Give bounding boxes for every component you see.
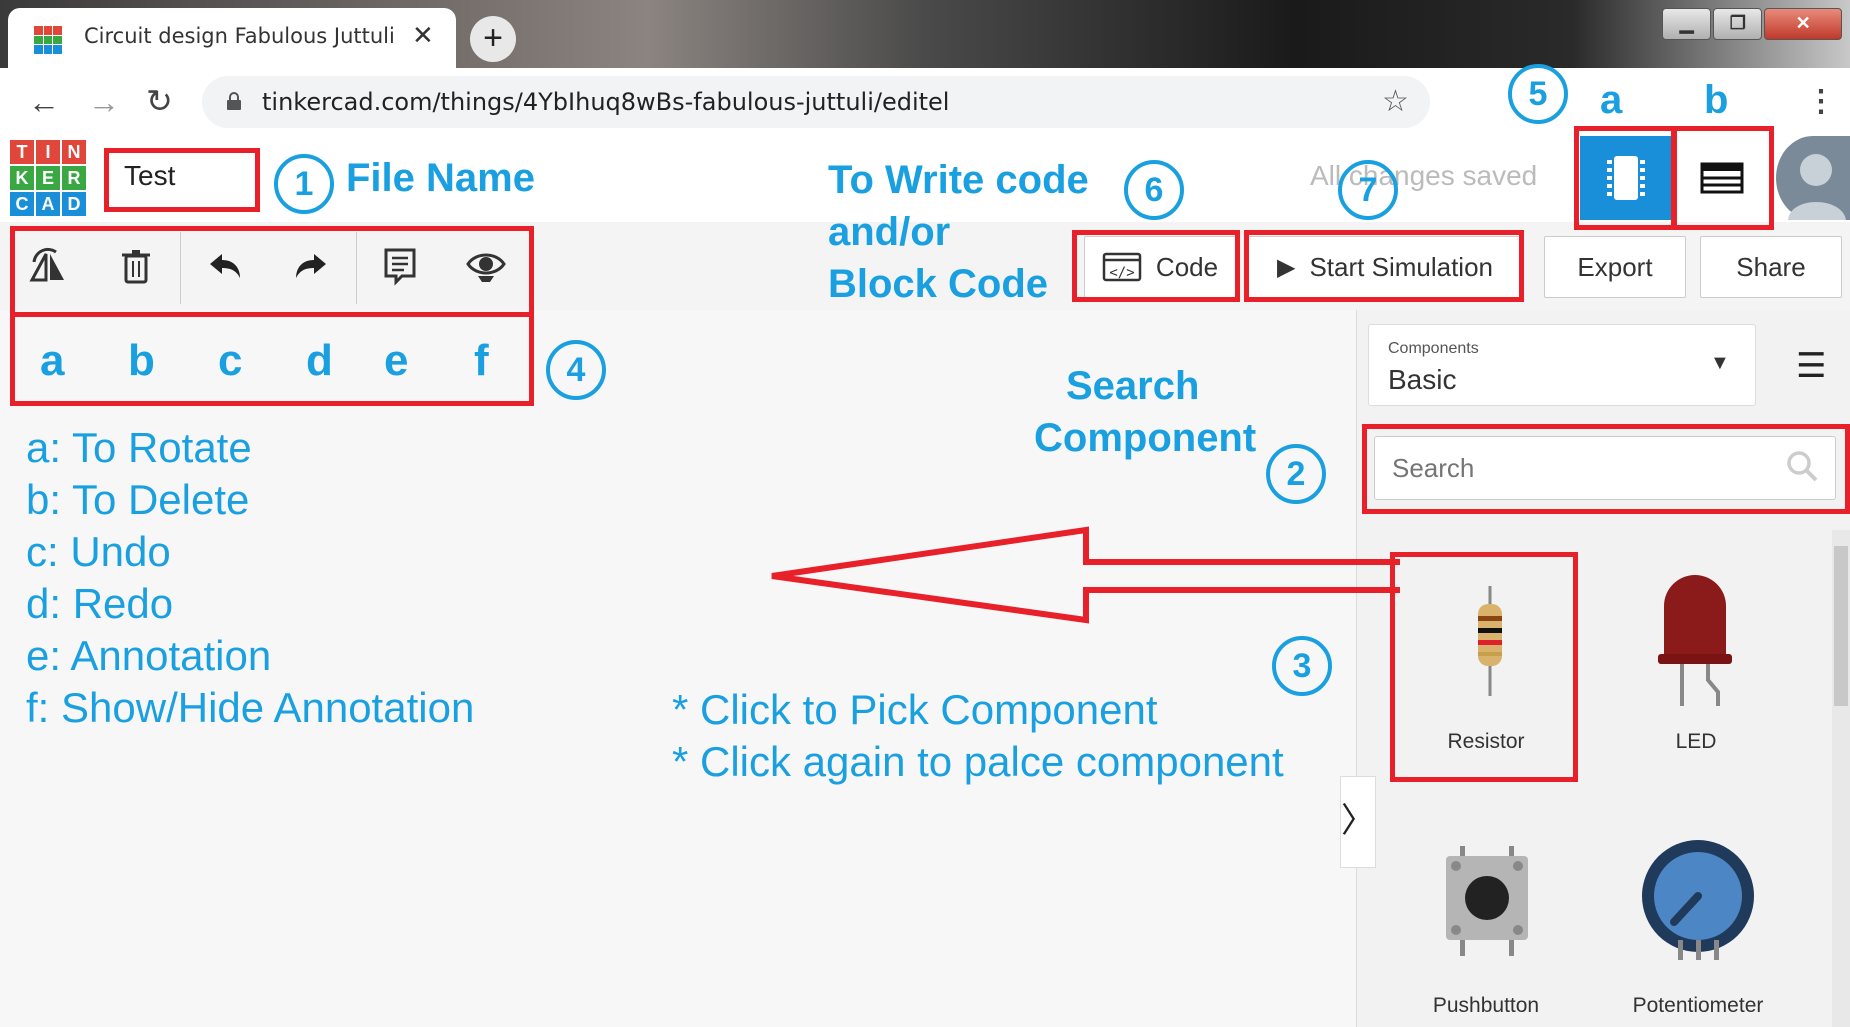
legend-item: a: To Rotate <box>26 424 252 471</box>
annotation-search-1: Search <box>1066 364 1200 408</box>
potentiometer-icon[interactable] <box>1640 840 1756 960</box>
toolbar-letter-d: d <box>306 336 333 385</box>
window-close-button[interactable]: ✕ <box>1764 8 1842 40</box>
annotation-box-view-a <box>1574 126 1676 230</box>
component-label-pushbutton: Pushbutton <box>1432 994 1540 1017</box>
collapse-panel-button[interactable]: 〉 <box>1340 776 1376 868</box>
pushbutton-icon[interactable] <box>1440 846 1534 956</box>
new-tab-button[interactable]: + <box>470 16 516 62</box>
legend-item: b: To Delete <box>26 476 250 523</box>
back-arrow-icon[interactable]: ← <box>28 84 60 121</box>
annotation-number-6: 6 <box>1124 160 1184 220</box>
annotation-view-a: a <box>1600 78 1623 122</box>
tinkercad-logo[interactable]: T I N K E R C A D <box>10 140 86 216</box>
forward-arrow-icon[interactable]: → <box>88 84 120 121</box>
annotation-box-file-name <box>104 148 260 212</box>
led-icon[interactable] <box>1650 570 1740 710</box>
annotation-arrow <box>771 526 1400 624</box>
logo-letter: D <box>62 192 86 216</box>
url-text[interactable]: tinkercad.com/things/4YbIhuq8wBs-fabulou… <box>262 88 949 116</box>
logo-letter: A <box>36 192 60 216</box>
annotation-box-simulation <box>1244 230 1524 302</box>
annotation-write-code-2: and/or <box>828 210 951 254</box>
export-button[interactable]: Export <box>1544 236 1686 298</box>
browser-menu-icon[interactable]: ⋮ <box>1806 84 1836 119</box>
component-label-led: LED <box>1675 730 1717 753</box>
annotation-pick-component: * Click to Pick Component <box>672 686 1158 733</box>
annotation-search-2: Component <box>1034 416 1257 460</box>
scrollbar-thumb[interactable] <box>1834 546 1848 706</box>
toolbar-letter-f: f <box>474 336 489 385</box>
tinkercad-favicon-icon <box>34 26 62 54</box>
legend-item: e: Annotation <box>26 632 272 679</box>
tab-close-icon[interactable]: ✕ <box>412 20 434 51</box>
annotation-box-view-b <box>1672 126 1774 230</box>
logo-letter: T <box>10 140 34 164</box>
annotation-number-2: 2 <box>1266 444 1326 504</box>
lock-icon <box>227 92 241 110</box>
annotation-write-code-3: Block Code <box>828 262 1049 306</box>
logo-letter: R <box>62 166 86 190</box>
legend-item: c: Undo <box>26 528 171 575</box>
annotation-number-5: 5 <box>1508 64 1568 124</box>
toolbar-letter-e: e <box>384 336 409 385</box>
component-label-potentiometer: Potentiometer <box>1632 994 1764 1017</box>
window-controls: ▁ ❐ ✕ <box>1662 8 1842 40</box>
tab-title: Circuit design Fabulous Juttuli | T <box>84 24 404 48</box>
legend-item: f: Show/Hide Annotation <box>26 684 475 731</box>
components-dropdown-value: Basic <box>1388 364 1457 395</box>
logo-letter: I <box>36 140 60 164</box>
annotation-number-1: 1 <box>274 154 334 214</box>
toolbar-letter-b: b <box>128 336 155 385</box>
annotation-place-component: * Click again to palce component <box>672 738 1284 785</box>
annotation-file-name: File Name <box>346 156 535 200</box>
toolbar-letter-a: a <box>40 336 65 385</box>
annotation-box-search <box>1362 424 1850 514</box>
logo-letter: K <box>10 166 34 190</box>
logo-letter: C <box>10 192 34 216</box>
annotation-number-7: 7 <box>1338 160 1398 220</box>
list-view-icon[interactable]: ☰ <box>1796 346 1826 386</box>
caret-down-icon: ▼ <box>1710 352 1730 374</box>
components-dropdown-label: Components <box>1388 340 1479 357</box>
legend-item: d: Redo <box>26 580 174 627</box>
annotation-divider-toolbar <box>10 312 534 320</box>
annotation-box-resistor <box>1390 552 1578 782</box>
toolbar-letter-c: c <box>218 336 243 385</box>
annotation-box-code <box>1072 230 1240 302</box>
maximize-button[interactable]: ❐ <box>1713 8 1763 40</box>
logo-letter: N <box>62 140 86 164</box>
minimize-button[interactable]: ▁ <box>1662 8 1712 40</box>
bookmark-star-icon[interactable]: ☆ <box>1382 84 1409 119</box>
share-button[interactable]: Share <box>1700 236 1842 298</box>
annotation-write-code-1: To Write code <box>828 158 1089 202</box>
annotation-number-3: 3 <box>1272 636 1332 696</box>
user-avatar-icon[interactable] <box>1776 136 1850 220</box>
annotation-number-4: 4 <box>546 340 606 400</box>
reload-icon[interactable]: ↻ <box>146 82 173 120</box>
annotation-view-b: b <box>1704 78 1729 122</box>
logo-letter: E <box>36 166 60 190</box>
